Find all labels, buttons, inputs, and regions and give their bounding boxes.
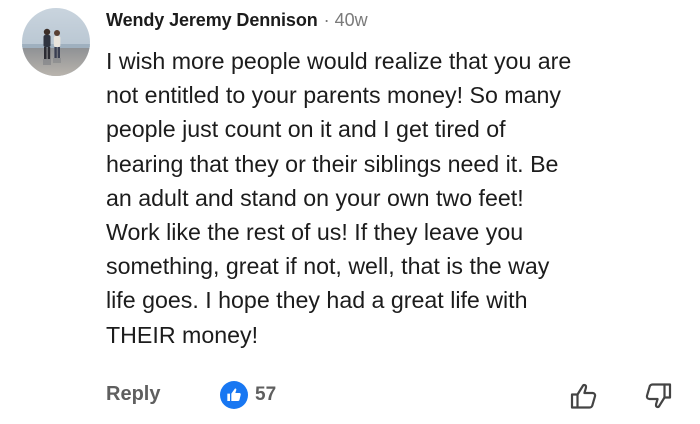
reply-button[interactable]: Reply: [106, 383, 160, 406]
avatar[interactable]: [22, 8, 90, 76]
header-separator: ·: [323, 9, 330, 30]
reaction-summary[interactable]: 57: [220, 381, 276, 409]
comment-time[interactable]: 40w: [335, 10, 368, 31]
comment-actions: Reply 57: [106, 380, 672, 412]
thumbs-down-outline-icon: [645, 383, 672, 409]
thumbs-up-icon: [220, 381, 248, 409]
comment-text: I wish more people would realize that yo…: [106, 48, 572, 348]
like-count: 57: [255, 384, 277, 405]
thumbs-up-outline-icon: [570, 383, 597, 409]
downvote-button[interactable]: [642, 380, 674, 412]
author-name[interactable]: Wendy Jeremy Dennison: [106, 10, 318, 31]
comment-header: Wendy Jeremy Dennison · 40w: [106, 8, 368, 32]
avatar-photo: [22, 8, 90, 76]
upvote-button[interactable]: [568, 380, 600, 412]
comment: Wendy Jeremy Dennison · 40w I wish more …: [0, 0, 700, 424]
